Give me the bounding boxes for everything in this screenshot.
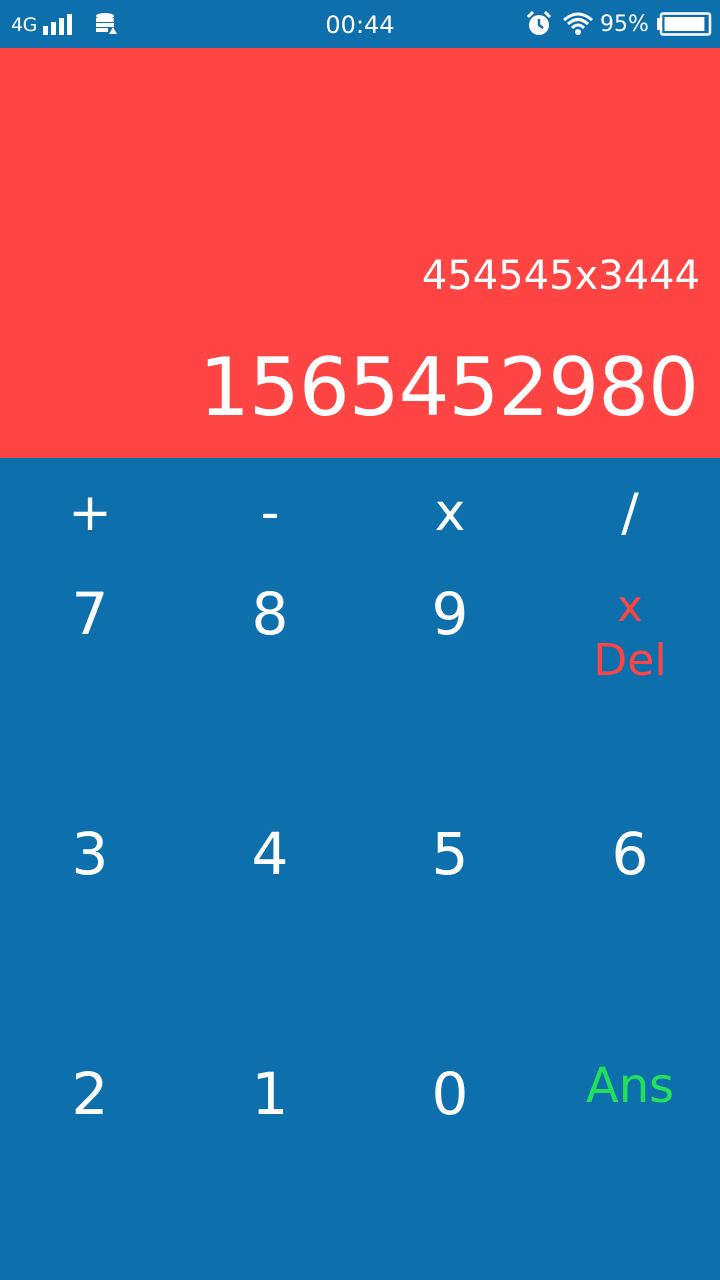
- battery-percent: 95%: [600, 12, 649, 37]
- digit-2-button[interactable]: 2: [0, 1058, 180, 1130]
- multiply-button[interactable]: x: [360, 458, 540, 558]
- delete-button[interactable]: x Del: [540, 580, 720, 688]
- wifi-icon: [563, 12, 593, 35]
- digit-6-button[interactable]: 6: [540, 818, 720, 890]
- delete-x-label: x: [616, 581, 644, 632]
- divide-button[interactable]: /: [540, 458, 720, 558]
- minus-button[interactable]: -: [180, 458, 360, 558]
- digit-1-button[interactable]: 1: [180, 1058, 360, 1130]
- digit-7-button[interactable]: 7: [0, 578, 180, 650]
- digit-4-button[interactable]: 4: [180, 818, 360, 890]
- digit-3-button[interactable]: 3: [0, 818, 180, 890]
- keypad: + - x / 7 8 9 x Del 3 4 5 6 2 1 0 Ans: [0, 458, 720, 1280]
- calculator-display: 454545x3444 1565452980: [0, 48, 720, 458]
- result-text: 1565452980: [199, 341, 699, 434]
- battery-icon: [657, 12, 712, 36]
- expression-text: 454545x3444: [421, 253, 700, 299]
- ans-button[interactable]: Ans: [540, 1058, 720, 1114]
- digit-9-button[interactable]: 9: [360, 578, 540, 650]
- digit-0-button[interactable]: 0: [360, 1058, 540, 1130]
- delete-label: Del: [593, 635, 667, 686]
- status-bar: 4G 00:44 95%: [0, 0, 720, 48]
- digit-5-button[interactable]: 5: [360, 818, 540, 890]
- plus-button[interactable]: +: [0, 458, 180, 558]
- digit-8-button[interactable]: 8: [180, 578, 360, 650]
- calculator-screen: 4G 00:44 95% 454545x3444 1565452980 + - …: [0, 0, 720, 1280]
- alarm-icon: [526, 11, 552, 35]
